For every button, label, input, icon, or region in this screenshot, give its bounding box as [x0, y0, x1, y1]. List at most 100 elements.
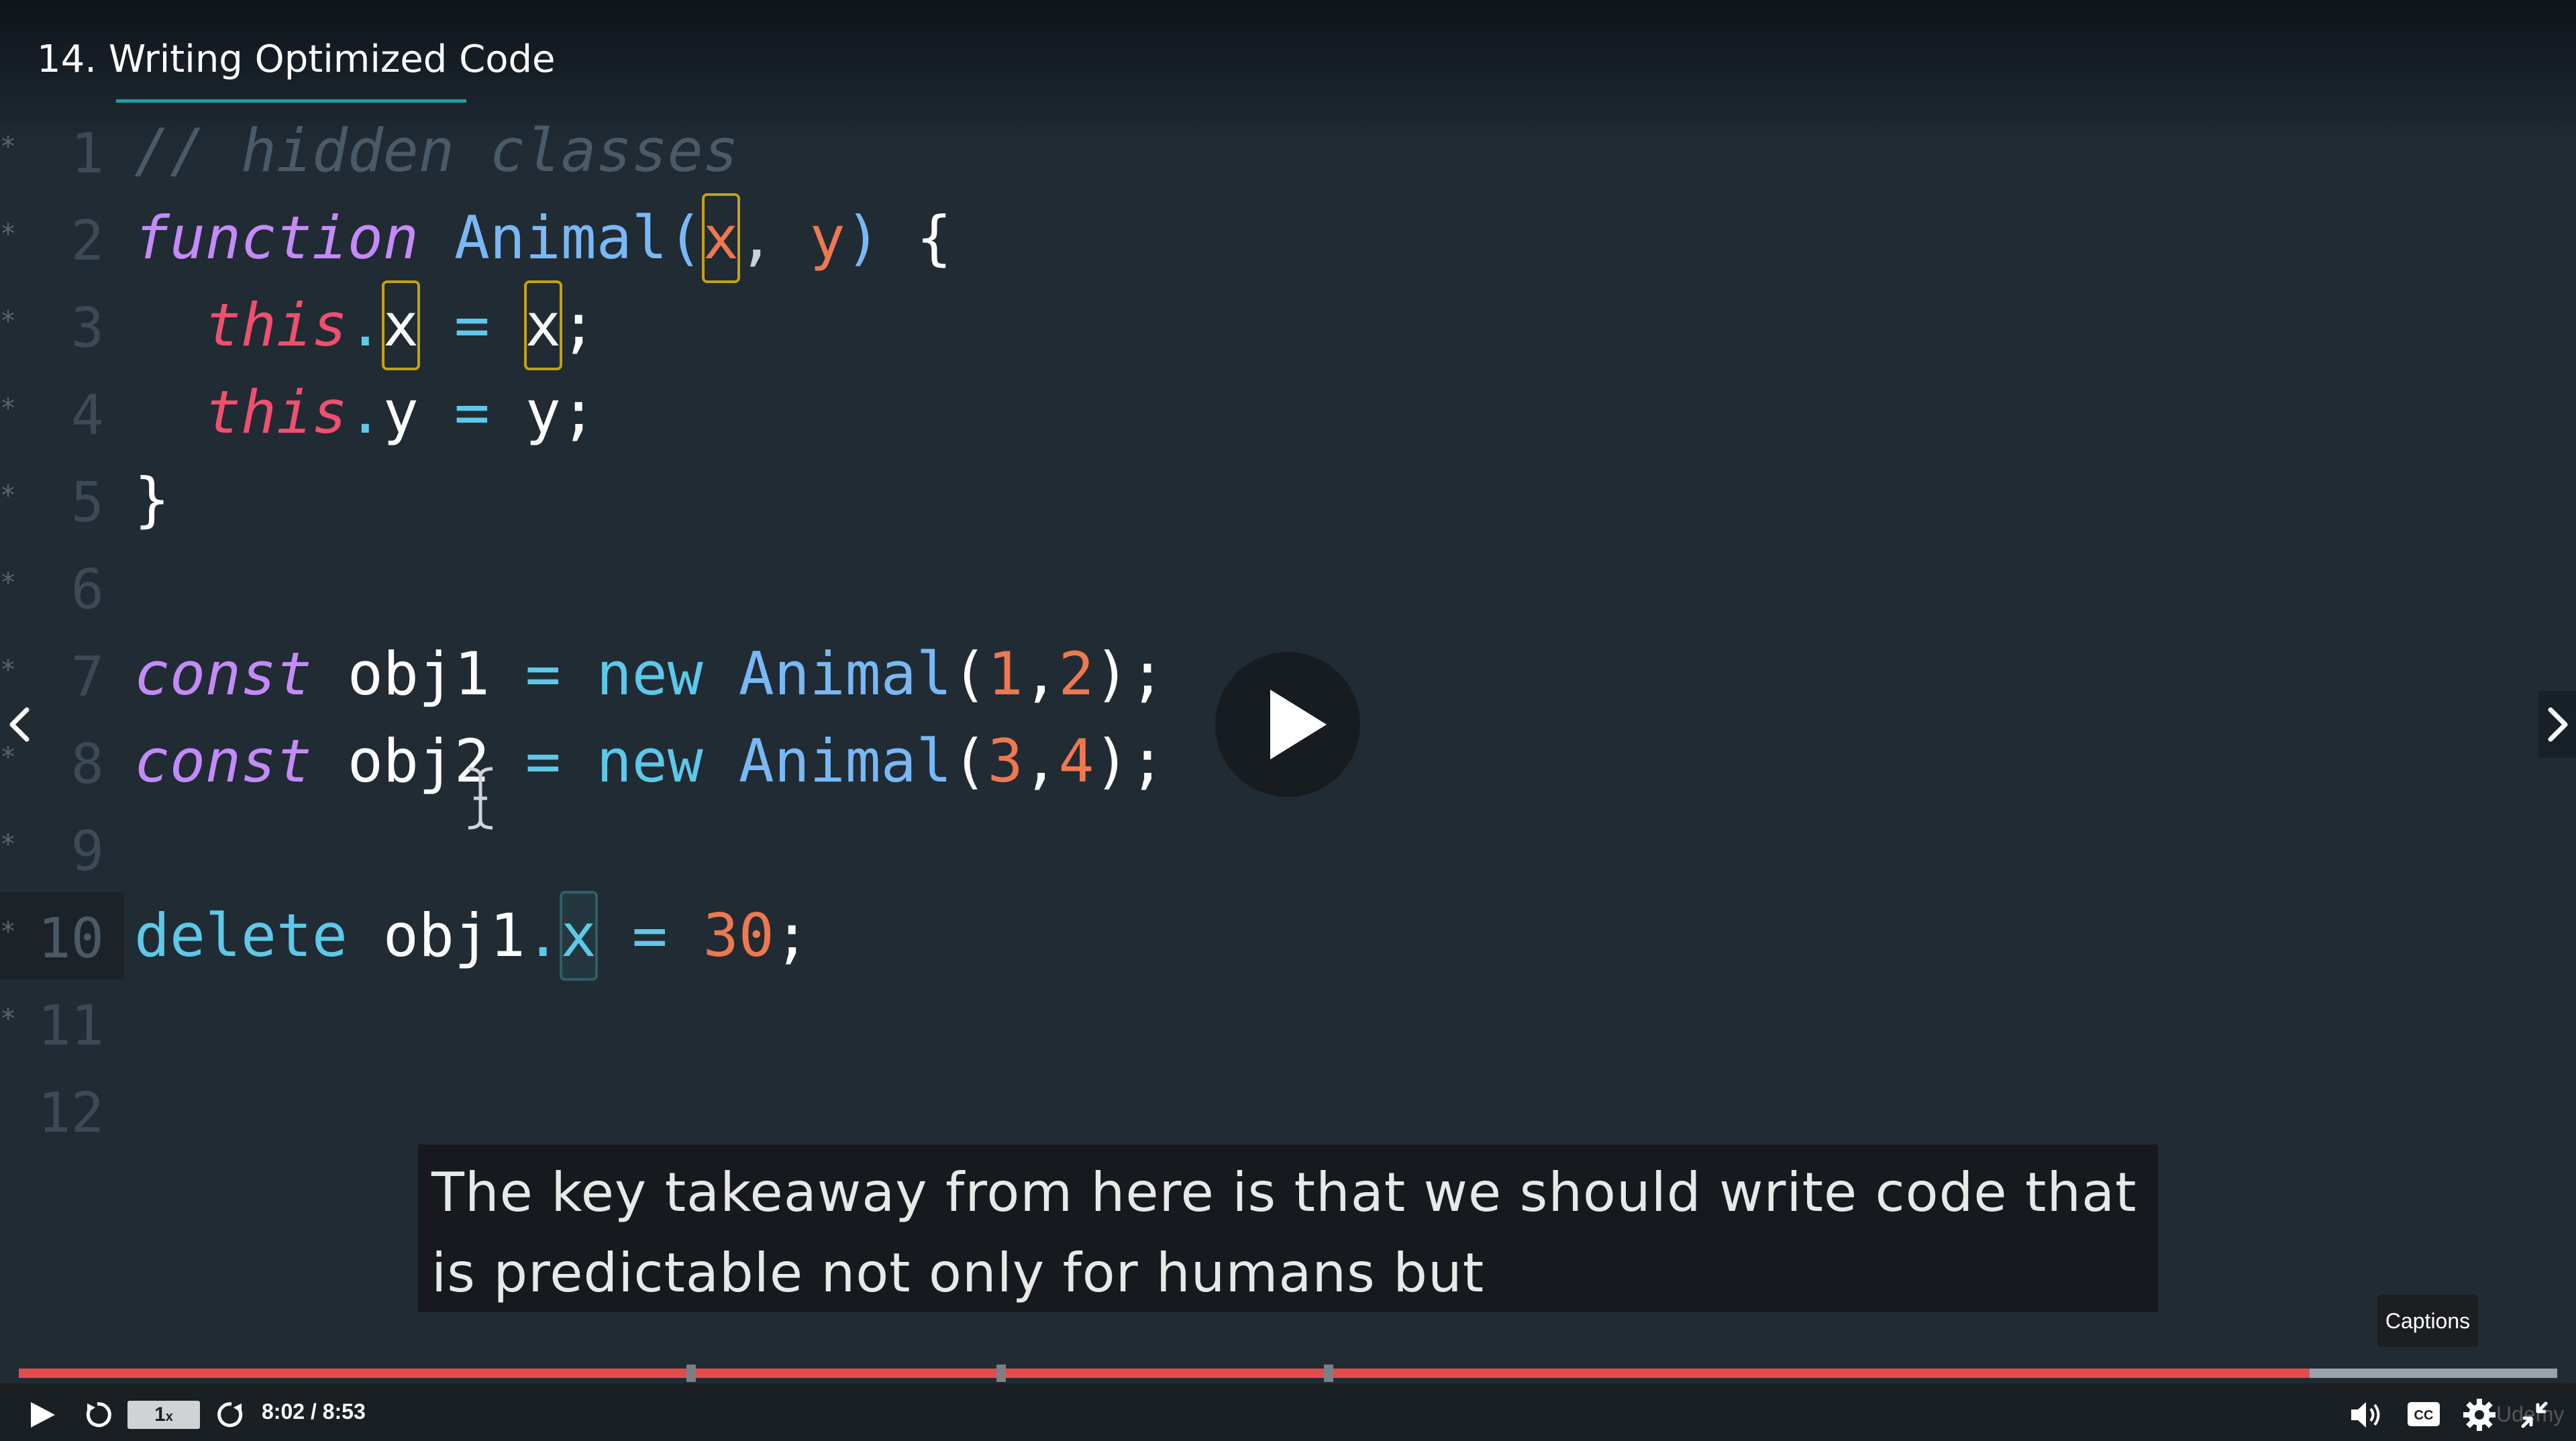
- code-param-highlighted: x: [701, 193, 740, 283]
- line-number: 6: [70, 558, 104, 622]
- code-line-7: const obj1 = new Animal(1,2);: [134, 631, 1166, 718]
- code-paren: ): [1094, 727, 1130, 796]
- code-number: 30: [703, 901, 774, 970]
- code-class-name: Animal: [738, 639, 952, 708]
- gutter-line: * 9: [0, 805, 124, 892]
- captions-tooltip: Captions: [2377, 1295, 2478, 1347]
- line-number: 5: [70, 471, 104, 535]
- code-new: new: [596, 639, 703, 708]
- code-property-highlighted: x: [381, 280, 420, 370]
- chapter-marker[interactable]: [686, 1365, 697, 1382]
- lecture-title: 14. Writing Optimized Code: [37, 38, 556, 81]
- gutter-line: * 11: [0, 979, 124, 1067]
- speed-value: 1: [154, 1403, 166, 1426]
- svg-text:CC: CC: [2414, 1408, 2434, 1423]
- code-value: y: [525, 378, 561, 447]
- code-line-8: const obj2 = new Animal(3,4);: [134, 718, 1166, 805]
- chevron-right-icon[interactable]: [2538, 691, 2576, 758]
- line-number: 8: [70, 733, 104, 796]
- code-operator: =: [596, 901, 703, 970]
- code-line-2: function Animal(x, y) {: [134, 193, 952, 283]
- gear-icon[interactable]: [2461, 1397, 2497, 1433]
- code-this: this: [205, 378, 348, 447]
- code-semicolon: ;: [560, 290, 597, 360]
- modified-marker: *: [0, 1004, 17, 1034]
- captions-box: The key takeaway from here is that we sh…: [418, 1144, 2158, 1312]
- code-line-10: delete obj1.x = 30;: [134, 891, 810, 981]
- code-operator: =: [489, 639, 597, 708]
- code-semicolon: ;: [560, 378, 597, 447]
- gutter-line: * 3: [0, 282, 124, 369]
- chevron-left-icon[interactable]: [0, 691, 38, 758]
- text-cursor-icon: [468, 767, 493, 830]
- line-number: 10: [38, 907, 104, 971]
- play-icon: [1270, 690, 1327, 759]
- code-keyword: delete: [134, 901, 348, 970]
- title-underline: [116, 99, 466, 103]
- volume-icon[interactable]: [2349, 1398, 2386, 1432]
- code-number: 2: [1058, 639, 1094, 708]
- code-new: new: [596, 727, 703, 796]
- code-paren: (: [951, 639, 988, 708]
- replay-icon[interactable]: [81, 1398, 114, 1432]
- code-operator: =: [418, 378, 525, 447]
- line-number: 2: [70, 209, 104, 273]
- modified-marker: *: [0, 568, 17, 598]
- code-dot: .: [525, 901, 561, 970]
- code-semicolon: ;: [1129, 639, 1166, 708]
- line-number: 9: [70, 820, 104, 884]
- modified-marker: *: [0, 480, 17, 511]
- playback-speed-button[interactable]: 1x: [127, 1401, 200, 1429]
- progress-bar[interactable]: [19, 1365, 2557, 1382]
- code-number: 3: [987, 727, 1023, 796]
- code-dot: .: [347, 290, 383, 360]
- code-line-4: this.y = y;: [134, 369, 597, 456]
- progress-fill: [19, 1369, 2310, 1378]
- gutter-line: * 2: [0, 195, 124, 282]
- code-variable: obj1: [347, 639, 490, 708]
- modified-marker: *: [0, 655, 17, 686]
- forward-icon[interactable]: [215, 1398, 248, 1432]
- code-semicolon: ;: [774, 901, 810, 970]
- gutter-line: * 5: [0, 456, 124, 543]
- gutter-line: * 4: [0, 369, 124, 456]
- modified-marker: *: [0, 829, 17, 860]
- exit-fullscreen-icon[interactable]: [2518, 1398, 2551, 1432]
- gutter-line: * 1: [0, 107, 124, 195]
- code-brace: {: [916, 203, 952, 272]
- code-number: 1: [987, 639, 1023, 708]
- code-number: 4: [1058, 727, 1094, 796]
- code-paren: ): [1094, 639, 1130, 708]
- modified-marker: *: [0, 393, 17, 424]
- chapter-marker[interactable]: [996, 1365, 1007, 1382]
- code-function-name: Animal: [454, 203, 668, 272]
- line-number: 1: [70, 122, 104, 186]
- code-dot: .: [347, 378, 383, 447]
- code-brace: }: [134, 465, 170, 534]
- play-icon[interactable]: [25, 1399, 59, 1430]
- cc-icon[interactable]: CC: [2406, 1399, 2441, 1429]
- code-comma: ,: [738, 203, 810, 272]
- code-line-3: this.x = x;: [134, 280, 597, 370]
- code-value-highlighted: x: [523, 280, 562, 370]
- code-comma: ,: [1023, 639, 1059, 708]
- line-number: 4: [70, 384, 104, 447]
- line-number: 7: [70, 645, 104, 709]
- modified-marker: *: [0, 306, 17, 337]
- chapter-marker[interactable]: [1324, 1365, 1334, 1382]
- code-object: obj1: [382, 901, 525, 970]
- line-number: 11: [38, 994, 104, 1058]
- code-operator: =: [489, 727, 597, 796]
- speed-suffix: x: [165, 1409, 173, 1424]
- play-overlay-button[interactable]: [1215, 652, 1360, 797]
- gutter-line: 12: [0, 1067, 124, 1154]
- code-property-selected: x: [559, 891, 598, 981]
